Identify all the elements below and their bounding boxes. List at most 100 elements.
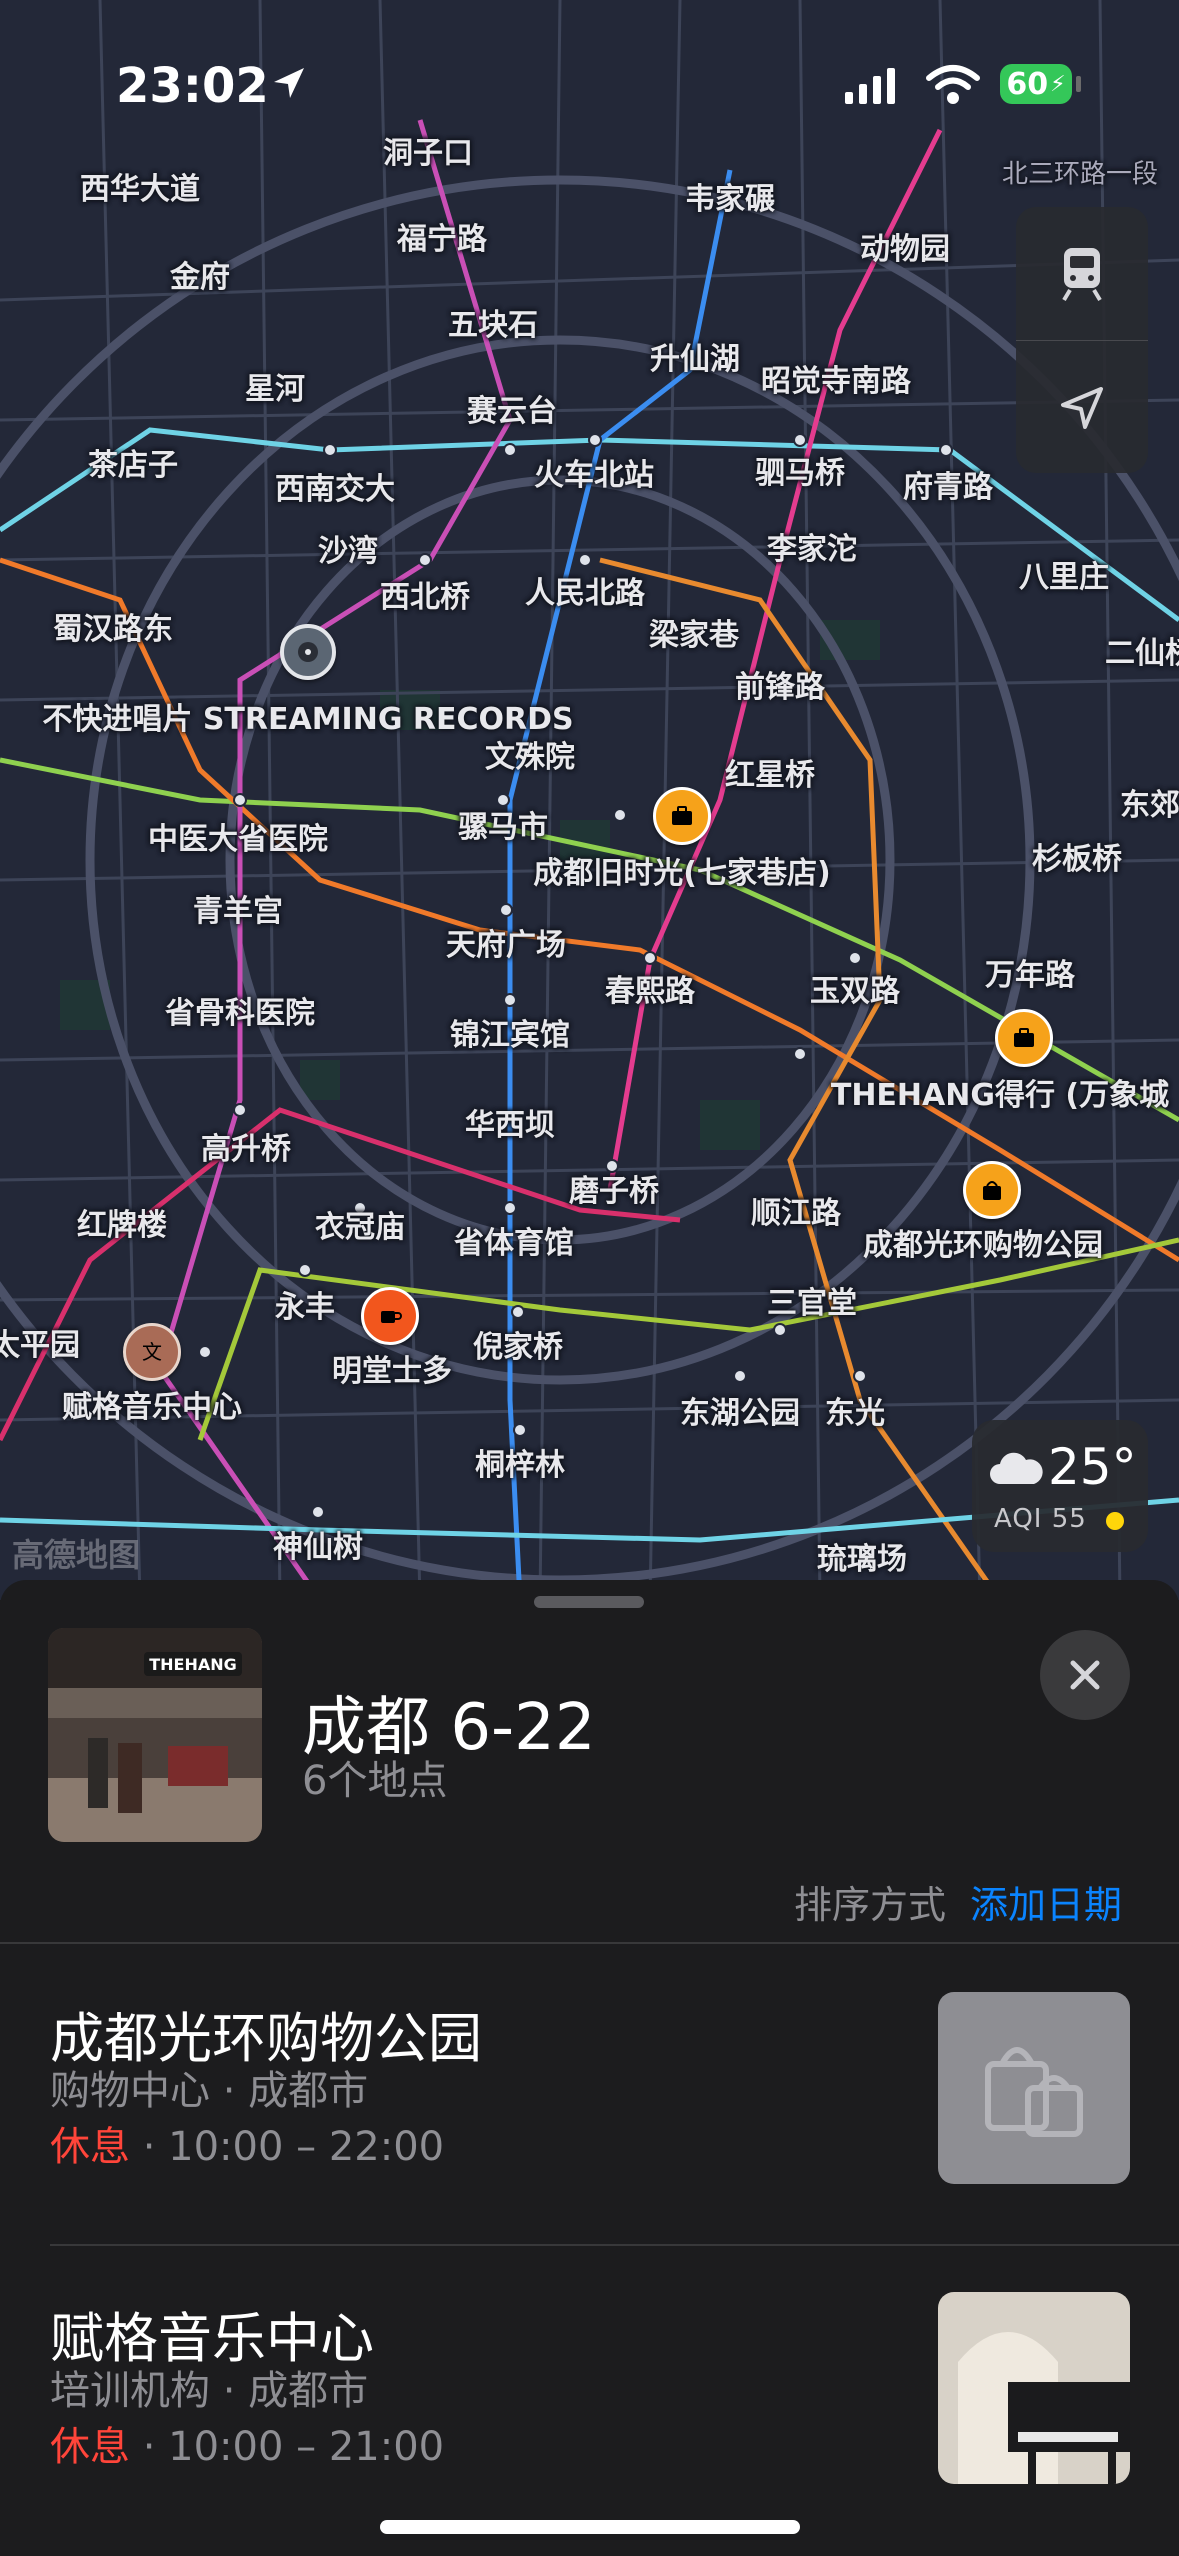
map-label: 顺江路 bbox=[751, 1196, 841, 1231]
place-category: 培训机构 · 成都市 bbox=[50, 2368, 369, 2414]
map-label: 东郊 bbox=[1120, 788, 1179, 823]
charging-icon: ⚡ bbox=[1050, 71, 1066, 97]
map-label: 动物园 bbox=[860, 232, 950, 267]
place-category: 购物中心 · 成都市 bbox=[50, 2068, 369, 2114]
map-label: 倪家桥 bbox=[473, 1330, 563, 1365]
place-thumbnail bbox=[938, 1992, 1130, 2184]
place-hours-row: 休息 · 10:00 – 21:00 bbox=[50, 2414, 444, 2472]
location-arrow-icon bbox=[274, 68, 304, 98]
transit-mode-button[interactable] bbox=[1016, 207, 1148, 340]
map-view[interactable]: 洞子口 韦家碾 北三环路一段 西华大道 福宁路 动物园 金府 五块石 升仙湖 星河 赛云台 昭觉寺南路… bbox=[0, 0, 1179, 1600]
sheet-grabber[interactable] bbox=[534, 1596, 644, 1608]
map-label: 二仙桥 bbox=[1105, 636, 1179, 671]
status-time: 23:02 bbox=[116, 58, 269, 114]
map-label: 韦家碾 bbox=[685, 182, 775, 217]
home-indicator[interactable] bbox=[380, 2520, 800, 2534]
map-label: 西华大道 bbox=[80, 172, 200, 207]
map-label: 驷马桥 bbox=[755, 456, 845, 491]
education-pin[interactable]: 文 bbox=[123, 1323, 181, 1381]
shopping-bag-icon bbox=[983, 1181, 1001, 1200]
map-label: 红星桥 bbox=[725, 758, 815, 793]
weather-temperature: 25° bbox=[1048, 1438, 1137, 1496]
map-label: 华西坝 bbox=[465, 1108, 555, 1143]
map-label: 五块石 bbox=[448, 308, 538, 343]
locate-me-button[interactable] bbox=[1016, 341, 1148, 474]
map-label: 西南交大 bbox=[275, 472, 395, 507]
map-label: 八里庄 bbox=[1019, 560, 1109, 595]
map-label: 高升桥 bbox=[201, 1132, 291, 1167]
map-label: 文殊院 bbox=[485, 740, 575, 775]
shop-pin-guanghuan[interactable] bbox=[963, 1161, 1021, 1219]
map-label: 李家沱 bbox=[767, 532, 857, 567]
map-controls bbox=[1016, 207, 1148, 473]
train-icon bbox=[1062, 247, 1102, 301]
map-label: 磨子桥 bbox=[569, 1174, 659, 1209]
map-label: 昭觉寺南路 bbox=[761, 364, 911, 399]
record-store-label: 不快进唱片 STREAMING RECORDS bbox=[42, 702, 574, 737]
sort-label: 排序方式 bbox=[794, 1883, 947, 1927]
wifi-icon bbox=[926, 65, 980, 104]
place-status: 休息 bbox=[50, 2424, 130, 2470]
map-label: 衣冠庙 bbox=[315, 1210, 405, 1245]
place-status: 休息 bbox=[50, 2124, 130, 2170]
briefcase-icon bbox=[672, 806, 692, 825]
cafe-pin[interactable] bbox=[361, 1287, 419, 1345]
guide-cover-image: THEHANG bbox=[48, 1628, 262, 1842]
map-label: 西北桥 bbox=[380, 580, 470, 615]
map-label: 北三环路一段 bbox=[1001, 159, 1159, 190]
map-label: 前锋路 bbox=[735, 670, 825, 705]
guide-sheet: THEHANG 成都 6-22 6个地点 排序方式 添加日期 成都光环购物公园 … bbox=[0, 1580, 1179, 2556]
map-label: 神仙树 bbox=[273, 1530, 363, 1565]
map-label: 桐梓林 bbox=[475, 1448, 565, 1483]
sort-option-date-added[interactable]: 添加日期 bbox=[970, 1874, 1122, 1929]
place-thumbnail bbox=[938, 2292, 1130, 2484]
weather-aqi: AQI 55 bbox=[994, 1504, 1087, 1534]
shop-pin-qijiaxiang[interactable] bbox=[653, 787, 711, 845]
svg-text:文: 文 bbox=[142, 1340, 162, 1364]
map-label: 蜀汉路东 bbox=[53, 612, 173, 647]
map-label: 东湖公园 bbox=[680, 1396, 800, 1431]
map-label: 春熙路 bbox=[605, 974, 695, 1009]
map-label: 成都旧时光(七家巷店) bbox=[533, 856, 831, 891]
map-label: 琉璃场 bbox=[817, 1542, 907, 1577]
map-watermark: 高德地图 bbox=[12, 1536, 141, 1574]
map-label: 杉板桥 bbox=[1032, 842, 1122, 877]
battery-indicator: 60 ⚡ bbox=[1000, 64, 1072, 104]
map-label: 红牌楼 bbox=[77, 1208, 167, 1243]
map-label: 赛云台 bbox=[467, 394, 557, 429]
map-label: 天府广场 bbox=[446, 928, 566, 963]
map-label: 骡马市 bbox=[458, 810, 548, 845]
svg-text:THEHANG: THEHANG bbox=[149, 1655, 237, 1674]
map-label: 金府 bbox=[170, 260, 230, 295]
place-hours: · 10:00 – 22:00 bbox=[130, 2124, 445, 2170]
map-label: 永丰 bbox=[275, 1290, 335, 1325]
place-hours-row: 休息 · 10:00 – 22:00 bbox=[50, 2114, 444, 2172]
map-label: 人民北路 bbox=[525, 576, 645, 611]
list-divider bbox=[50, 2244, 1179, 2246]
section-divider bbox=[0, 1942, 1179, 1944]
map-label: 升仙湖 bbox=[650, 342, 740, 377]
aqi-status-dot bbox=[1106, 1512, 1124, 1530]
weather-widget[interactable]: 25° AQI 55 bbox=[972, 1420, 1148, 1552]
record-icon bbox=[298, 642, 318, 662]
map-label: 玉双路 bbox=[810, 974, 900, 1009]
status-bar: 23:02 60 ⚡ bbox=[0, 0, 1179, 150]
close-icon bbox=[1070, 1660, 1100, 1690]
map-label: 府青路 bbox=[903, 470, 993, 505]
shopping-bag-icon bbox=[985, 2047, 1083, 2137]
map-label: 青羊宫 bbox=[193, 894, 283, 929]
map-label: THEHANG得行 (万象城 bbox=[830, 1078, 1170, 1113]
map-label: 星河 bbox=[245, 372, 305, 407]
map-label: 赋格音乐中心 bbox=[62, 1390, 242, 1425]
map-label: 中医大省医院 bbox=[148, 822, 328, 857]
coffee-cup-icon bbox=[381, 1311, 402, 1323]
map-label: 梁家巷 bbox=[649, 618, 739, 653]
map-label: 茶店子 bbox=[88, 448, 178, 483]
record-store-pin[interactable] bbox=[280, 624, 336, 680]
map-label: 省体育馆 bbox=[454, 1226, 574, 1261]
close-button[interactable] bbox=[1040, 1630, 1130, 1720]
map-label: 福宁路 bbox=[397, 222, 487, 257]
map-label: 太平园 bbox=[0, 1328, 80, 1363]
location-arrow-icon bbox=[1061, 386, 1103, 429]
shop-pin-thehang[interactable] bbox=[995, 1009, 1053, 1067]
